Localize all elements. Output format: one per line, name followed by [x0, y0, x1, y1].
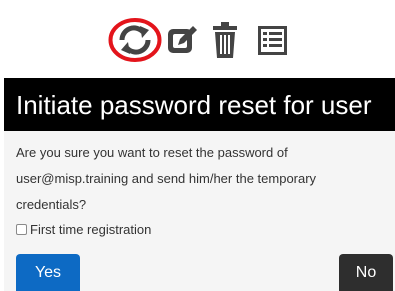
yes-button[interactable]: Yes	[16, 254, 80, 291]
modal-body: Are you sure you want to reset the passw…	[4, 131, 395, 291]
action-toolbar	[0, 0, 395, 78]
no-button[interactable]: No	[339, 254, 393, 291]
first-time-registration-checkbox[interactable]	[16, 223, 27, 235]
edit-icon[interactable]	[166, 23, 200, 57]
first-time-registration-label: First time registration	[30, 221, 152, 237]
trash-icon[interactable]	[211, 21, 239, 59]
list-icon[interactable]	[256, 24, 289, 57]
confirmation-message: Are you sure you want to reset the passw…	[16, 145, 317, 212]
first-time-registration-option[interactable]: First time registration	[16, 219, 151, 239]
sync-icon[interactable]	[108, 17, 162, 63]
modal-header: Initiate password reset for user	[4, 78, 395, 131]
modal-title: Initiate password reset for user	[16, 90, 372, 120]
